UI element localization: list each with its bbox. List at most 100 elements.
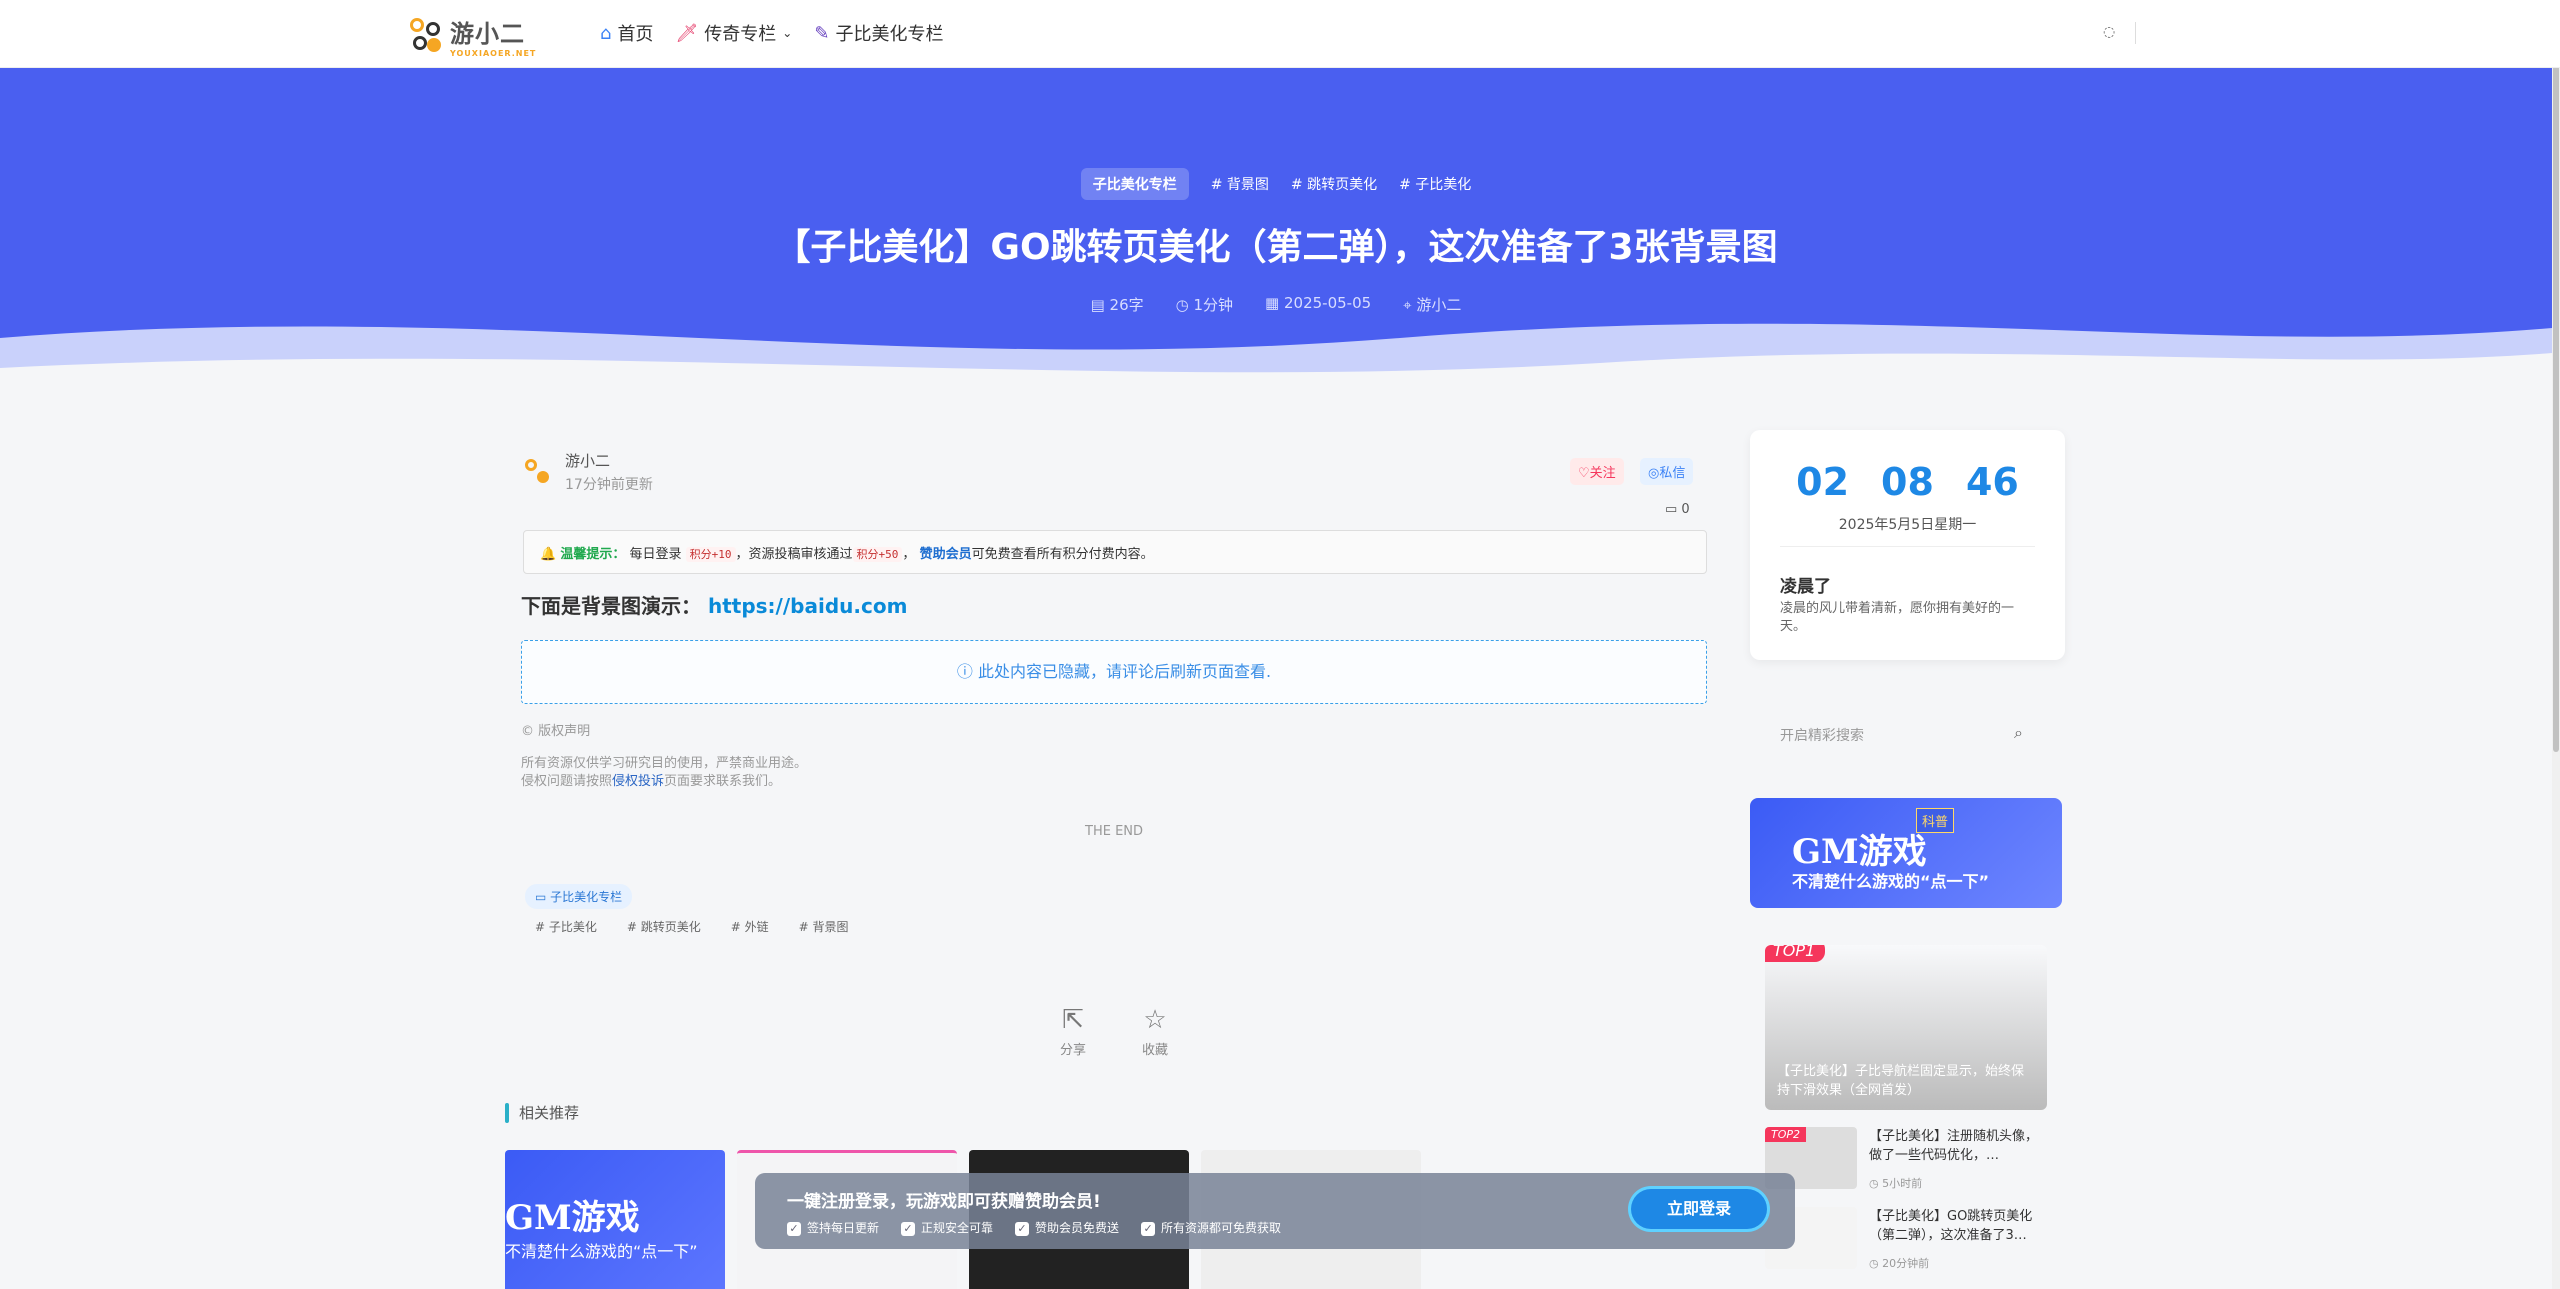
list-item-time: ◷ 20分钟前	[1869, 1255, 1929, 1271]
list-item[interactable]: 【子比美化】GO跳转页美化（第二弹），这次准备了3… ◷ 20分钟前	[1765, 1207, 2047, 1277]
gm-banner-title: GM游戏	[1792, 832, 1927, 872]
message-button[interactable]: ◎私信	[1640, 458, 1694, 485]
post-hero: 子比美化专栏 # 背景图 # 跳转页美化 # 子比美化 【子比美化】GO跳转页美…	[0, 68, 2552, 398]
hero-tag[interactable]: # 子比美化	[1399, 174, 1471, 194]
heart-icon: ♡	[1578, 466, 1590, 481]
main-nav: ⌂ 首页 🗡 传奇专栏 ⌄ ✎ 子比美化专栏	[600, 20, 943, 46]
avatar[interactable]	[523, 457, 553, 487]
nav-home-label: 首页	[617, 24, 654, 45]
notice-box: 🔔 温馨提示： 每日登录 积分+10 ，资源投稿审核通过 积分+50， 赞助会员可免…	[523, 530, 1707, 574]
post-author-value: 游小二	[1416, 296, 1462, 314]
post-author[interactable]: ⌖ 游小二	[1403, 294, 1461, 315]
clock-seconds: 46	[1965, 460, 2019, 504]
copyright-text: 所有资源仅供学习研究目的使用，严禁商业用途。 侵权问题请按照侵权投诉页面要求联系…	[521, 755, 807, 791]
divider	[1780, 546, 2035, 547]
share-button[interactable]: ⇱ 分享	[1060, 1005, 1086, 1058]
the-end: THE END	[1085, 824, 1144, 839]
author-box[interactable]: 游小二 17分钟前更新	[523, 450, 653, 494]
clock-hours: 02	[1796, 460, 1850, 504]
list-item-time: ◷ 5小时前	[1869, 1175, 1922, 1191]
top1-post[interactable]: TOP1 【子比美化】子比导航栏固定显示，始终保持下滑效果（全网首发）	[1765, 945, 2047, 1110]
tip-text-2: ，资源投稿审核通过	[735, 547, 853, 562]
post-meta: ▤ 26字 ◷ 1分钟 ▦ 2025-05-05 ⌖ 游小二	[0, 294, 2552, 315]
clock-date: 2025年5月5日星期一	[1838, 517, 1977, 533]
related-card[interactable]: GM游戏 不清楚什么游戏的“点一下”	[505, 1150, 725, 1289]
post-actions: ⇱ 分享 ☆ 收藏	[1060, 1005, 1168, 1058]
gm-banner-sub: 不清楚什么游戏的“点一下”	[1792, 872, 1990, 891]
list-item-title[interactable]: 【子比美化】注册随机头像，做了一些代码优化，…	[1869, 1127, 2045, 1165]
copyright-line-1: 所有资源仅供学习研究目的使用，严禁商业用途。	[521, 756, 808, 771]
complaint-link[interactable]: 侵权投诉	[612, 774, 664, 789]
sidebar-search[interactable]: 开启精彩搜索 ⌕	[1750, 705, 2065, 765]
comment-count[interactable]: ▭ 0	[1665, 502, 1690, 517]
gm-banner-badge: 科普	[1916, 808, 1955, 833]
sword-icon: 🗡	[675, 22, 699, 44]
author-name[interactable]: 游小二	[565, 450, 653, 471]
nav-zibll[interactable]: ✎ 子比美化专栏	[814, 20, 943, 46]
clock: 02 08 46	[1750, 460, 2065, 504]
gm-game-banner[interactable]: GM游戏 科普 不清楚什么游戏的“点一下”	[1750, 798, 2062, 908]
post-tag[interactable]: # 子比美化	[535, 918, 597, 935]
hero-category[interactable]: 子比美化专栏	[1080, 168, 1189, 200]
hidden-content-box: ⓘ 此处内容已隐藏，请评论后刷新页面查看.	[521, 640, 1707, 704]
follow-button[interactable]: ♡关注	[1570, 458, 1624, 485]
clock-icon: ◷	[1869, 1257, 1883, 1270]
greeting-title: 凌晨了	[1780, 577, 1831, 597]
demo-link[interactable]: https://baidu.com	[708, 594, 907, 618]
follow-label: 关注	[1589, 466, 1616, 481]
hero-tag[interactable]: # 背景图	[1211, 174, 1269, 194]
benefit-item: 赞助会员免费送	[1015, 1219, 1119, 1236]
demo-label: 下面是背景图演示：	[521, 594, 701, 618]
related-card-sub: 不清楚什么游戏的“点一下”	[505, 1242, 698, 1261]
folder-icon: ▭	[535, 890, 551, 904]
logo-subtext: YOUXIAOER.NET	[450, 49, 537, 58]
post-tag[interactable]: # 跳转页美化	[627, 918, 701, 935]
hidden-content-text: 此处内容已隐藏，请评论后刷新页面查看.	[978, 662, 1272, 681]
clock-icon: ◷	[1175, 296, 1194, 314]
favorite-button[interactable]: ☆ 收藏	[1142, 1005, 1168, 1058]
info-icon: ⓘ	[956, 662, 978, 681]
login-banner: 一键注册登录，玩游戏即可获赠赞助会员! 签持每日更新 正规安全可靠 赞助会员免费…	[755, 1173, 1795, 1249]
share-icon: ⇱	[1062, 1005, 1084, 1035]
bell-icon: 🔔	[540, 547, 557, 562]
word-count-value: 26字	[1109, 296, 1144, 314]
calendar-icon: ▦	[1265, 294, 1284, 312]
clock-minutes: 08	[1881, 460, 1934, 504]
chevron-down-icon: ⌄	[782, 26, 793, 40]
post-tag[interactable]: # 背景图	[799, 918, 849, 935]
page-scrollbar[interactable]	[2552, 0, 2560, 1289]
post-date: ▦ 2025-05-05	[1265, 294, 1371, 315]
list-item-time-value: 5小时前	[1882, 1177, 1923, 1190]
search-icon[interactable]: ⌕	[2014, 723, 2023, 743]
clock-widget: 02 08 46 2025年5月5日星期一 凌晨了 凌晨的风儿带着清新，愿你拥有…	[1750, 430, 2065, 660]
demo-paragraph: 下面是背景图演示： https://baidu.com	[521, 590, 907, 619]
comment-icon: ▭	[1665, 502, 1682, 517]
share-label: 分享	[1060, 1043, 1087, 1058]
post-tags: # 子比美化 # 跳转页美化 # 外链 # 背景图	[535, 918, 849, 935]
nav-legend[interactable]: 🗡 传奇专栏 ⌄	[675, 20, 792, 46]
post-tag[interactable]: # 外链	[731, 918, 769, 935]
benefit-item: 正规安全可靠	[901, 1219, 993, 1236]
hero-tags: 子比美化专栏 # 背景图 # 跳转页美化 # 子比美化	[0, 168, 2552, 200]
site-logo[interactable]: 游小二 YOUXIAOER.NET	[410, 14, 536, 58]
star-icon: ☆	[1143, 1005, 1167, 1035]
theme-toggle-icon[interactable]: ◌	[2103, 24, 2115, 40]
search-input[interactable]: 开启精彩搜索	[1780, 728, 1864, 744]
banner-benefits: 签持每日更新 正规安全可靠 赞助会员免费送 所有资源都可免费获取	[787, 1219, 1281, 1236]
post-title: 【子比美化】GO跳转页美化（第二弹），这次准备了3张背景图	[774, 227, 1778, 268]
hero-tag[interactable]: # 跳转页美化	[1291, 174, 1377, 194]
list-item-title[interactable]: 【子比美化】GO跳转页美化（第二弹），这次准备了3…	[1869, 1207, 2045, 1245]
logo-text: 游小二	[450, 20, 525, 48]
greeting-text: 凌晨的风儿带着清新，愿你拥有美好的一天。	[1780, 601, 2015, 634]
category-pill[interactable]: ▭ 子比美化专栏	[525, 884, 633, 909]
benefit-item: 所有资源都可免费获取	[1141, 1219, 1281, 1236]
message-label: 私信	[1659, 466, 1686, 481]
list-item[interactable]: TOP2 【子比美化】注册随机头像，做了一些代码优化，… ◷ 5小时前	[1765, 1127, 2047, 1197]
related-card-title: GM游戏	[505, 1198, 640, 1238]
document-icon: ▤	[1090, 296, 1110, 314]
sponsor-link[interactable]: 赞助会员	[920, 547, 972, 562]
nav-home[interactable]: ⌂ 首页	[600, 20, 653, 46]
post-content: 游小二 17分钟前更新 ♡关注 ◎私信 ▭ 0 🔔 温馨提示： 每日登录 积分+…	[505, 430, 1725, 1289]
list-item-time-value: 20分钟前	[1882, 1257, 1930, 1270]
login-button[interactable]: 立即登录	[1631, 1189, 1767, 1229]
